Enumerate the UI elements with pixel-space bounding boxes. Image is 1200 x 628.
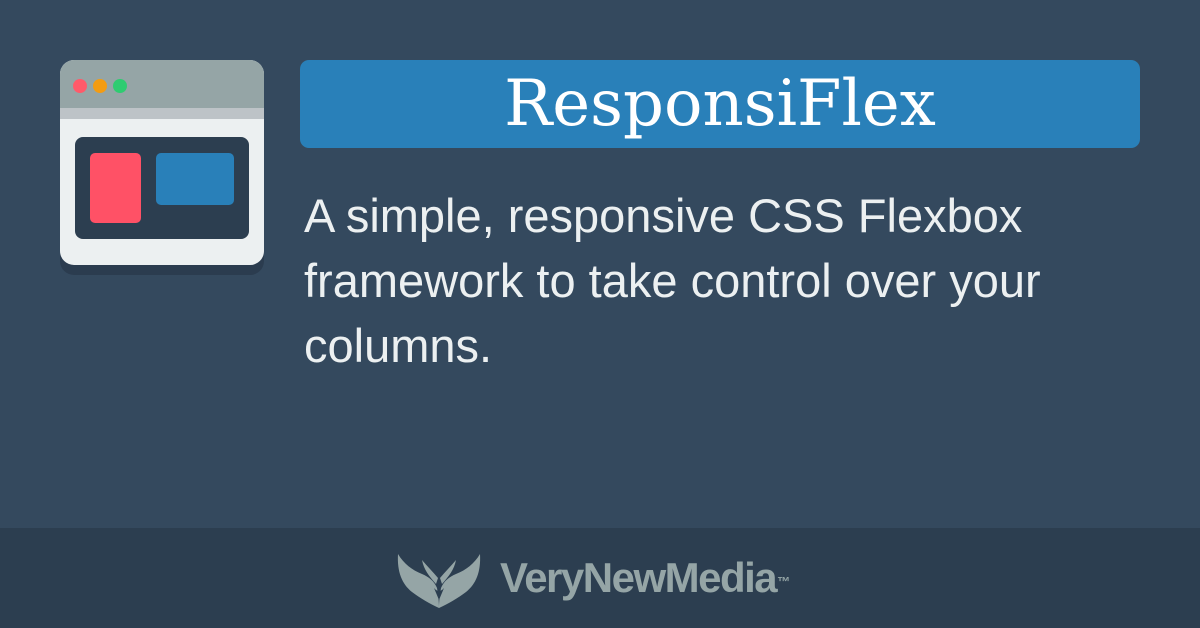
page-title: ResponsiFlex [504,67,936,141]
browser-titlebar [60,60,264,108]
column-block-red [90,153,141,223]
footer-bar: VeryNewMedia™ [0,528,1200,628]
minimize-dot-icon [93,79,107,93]
wings-icon [397,554,481,608]
description-text: A simple, responsive CSS Flexbox framewo… [304,189,1041,372]
brand-name: VeryNewMedia [500,554,778,601]
browser-window-icon [60,60,264,275]
close-dot-icon [73,79,87,93]
browser-window-frame [60,60,264,265]
brand-logo-text: VeryNewMedia™ [500,554,790,602]
trademark-symbol: ™ [777,574,791,589]
maximize-dot-icon [113,79,127,93]
hero-panel: ResponsiFlex A simple, responsive CSS Fl… [0,0,1200,528]
browser-toolbar-divider [60,108,264,119]
column-block-blue [156,153,234,205]
browser-content-area [75,137,249,239]
title-banner: ResponsiFlex [300,60,1140,148]
